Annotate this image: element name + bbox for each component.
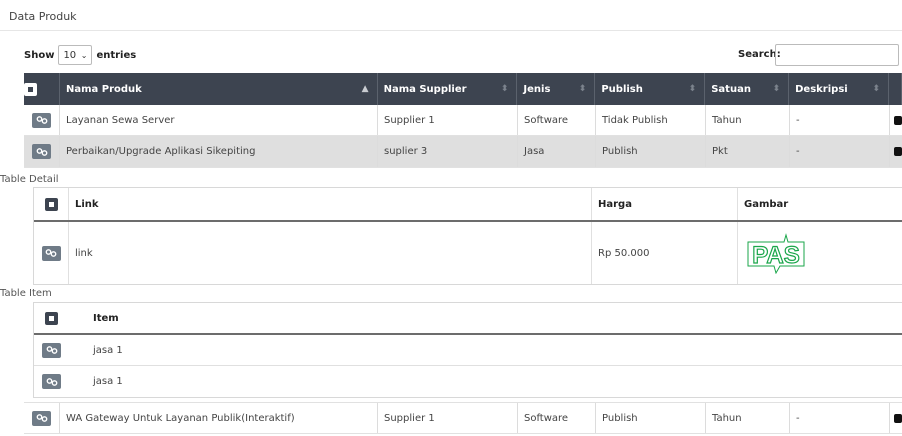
col-item: Item <box>93 312 119 324</box>
cell-nama-produk: Perbaikan/Upgrade Aplikasi Sikepiting <box>60 136 378 167</box>
cell-deskripsi: - <box>790 403 890 433</box>
row-action-button[interactable] <box>42 342 61 358</box>
length-prefix: Show <box>24 49 55 61</box>
entries-select[interactable]: 10 ⌄ <box>58 45 93 65</box>
col-label: Jenis <box>523 83 551 95</box>
table-header: Nama Produk ▲ Nama Supplier ⬍ Jenis ⬍ Publi… <box>24 73 902 105</box>
sort-icon: ⬍ <box>500 84 509 94</box>
detail-table: Link Harga Gambar link Rp 50.000 PAS <box>33 187 902 285</box>
length-suffix: entries <box>96 49 137 61</box>
item-row[interactable]: jasa 1 <box>34 335 902 366</box>
row-menu-icon[interactable] <box>894 413 902 423</box>
table-row[interactable]: Perbaikan/Upgrade Aplikasi Sikepiting su… <box>24 136 902 168</box>
item-table: Item jasa 1 jasa 1 <box>33 302 902 398</box>
cell-harga: Rp 50.000 <box>592 222 738 284</box>
sort-icon: ⬍ <box>872 84 881 94</box>
expand-toggle[interactable] <box>34 188 69 220</box>
expand-toggle[interactable] <box>34 303 69 333</box>
col-nama-supplier[interactable]: Nama Supplier ⬍ <box>378 73 518 105</box>
cell-item: jasa 1 <box>93 376 123 387</box>
gears-icon <box>36 116 48 124</box>
col-nama-produk[interactable]: Nama Produk ▲ <box>60 73 378 105</box>
cell-jenis: Software <box>518 105 596 135</box>
col-jenis[interactable]: Jenis ⬍ <box>517 73 596 105</box>
cell-satuan: Tahun <box>706 105 790 135</box>
col-deskripsi[interactable]: Deskripsi ⬍ <box>789 73 890 105</box>
sort-icon: ▲ <box>361 84 369 94</box>
length-menu: Show 10 ⌄ entries <box>24 44 136 66</box>
logo-text: PAS <box>752 242 800 269</box>
col-label: Publish <box>601 83 643 95</box>
col-satuan[interactable]: Satuan ⬍ <box>705 73 790 105</box>
row-action-button[interactable] <box>42 374 61 389</box>
col-publish[interactable]: Publish ⬍ <box>595 73 706 105</box>
table-row[interactable]: Layanan Sewa Server Supplier 1 Software … <box>24 105 902 136</box>
sort-icon: ⬍ <box>772 84 781 94</box>
cell-jenis: Jasa <box>518 136 596 167</box>
cell-nama-produk: WA Gateway Untuk Layanan Publik(Interakt… <box>60 403 378 433</box>
cell-nama-supplier: suplier 3 <box>378 136 518 167</box>
row-action-button[interactable] <box>32 410 51 426</box>
sort-icon: ⬍ <box>578 84 587 94</box>
cell-nama-supplier: Supplier 1 <box>378 105 518 135</box>
chevron-down-icon: ⌄ <box>80 50 88 60</box>
col-label: Nama Produk <box>65 83 142 95</box>
cell-item: jasa 1 <box>93 344 123 356</box>
gears-icon <box>36 147 48 156</box>
plus-square-icon <box>45 311 58 325</box>
cell-nama-produk: Layanan Sewa Server <box>60 105 378 135</box>
plus-square-icon <box>44 197 58 211</box>
row-action-button[interactable] <box>41 245 61 261</box>
table-row[interactable]: WA Gateway Untuk Layanan Publik(Interakt… <box>24 402 902 434</box>
pas-logo-image: PAS <box>746 230 806 277</box>
gears-icon <box>46 377 58 386</box>
cell-satuan: Tahun <box>706 403 790 433</box>
col-extra <box>889 73 902 105</box>
page-title: Data Produk <box>9 10 77 23</box>
row-menu-icon[interactable] <box>894 115 902 125</box>
cell-deskripsi: - <box>790 136 890 167</box>
cell-link[interactable]: link <box>69 222 592 284</box>
cell-gambar: PAS <box>738 222 902 284</box>
col-label: Deskripsi <box>795 83 848 95</box>
gears-icon <box>46 346 58 354</box>
sort-icon: ⬍ <box>688 84 697 94</box>
table-item-label: Table Item <box>0 288 52 299</box>
table-detail-label: Table Detail <box>0 174 59 185</box>
row-action-button[interactable] <box>32 112 51 128</box>
col-label: Nama Supplier <box>383 83 467 95</box>
row-action-button[interactable] <box>32 144 51 159</box>
search-input[interactable] <box>775 44 899 66</box>
plus-square-icon <box>24 82 37 96</box>
col-link: Link <box>69 188 592 220</box>
detail-row[interactable]: link Rp 50.000 PAS <box>34 222 902 284</box>
col-label: Satuan <box>711 83 751 95</box>
gears-icon <box>36 414 48 422</box>
cell-publish: Tidak Publish <box>596 105 706 135</box>
cell-publish: Publish <box>596 136 706 167</box>
cell-jenis: Software <box>518 403 596 433</box>
col-harga: Harga <box>592 188 738 220</box>
detail-header: Link Harga Gambar <box>34 188 902 222</box>
item-header: Item <box>34 303 902 335</box>
cell-satuan: Pkt <box>706 136 790 167</box>
col-gambar: Gambar <box>744 198 789 210</box>
divider <box>0 30 902 31</box>
cell-nama-supplier: Supplier 1 <box>378 403 518 433</box>
cell-deskripsi: - <box>790 105 890 135</box>
item-row[interactable]: jasa 1 <box>34 366 902 397</box>
entries-value: 10 <box>63 49 77 61</box>
cell-publish: Publish <box>596 403 706 433</box>
gears-icon <box>45 249 57 257</box>
row-menu-icon[interactable] <box>894 147 902 156</box>
expand-all-toggle[interactable] <box>24 73 60 105</box>
